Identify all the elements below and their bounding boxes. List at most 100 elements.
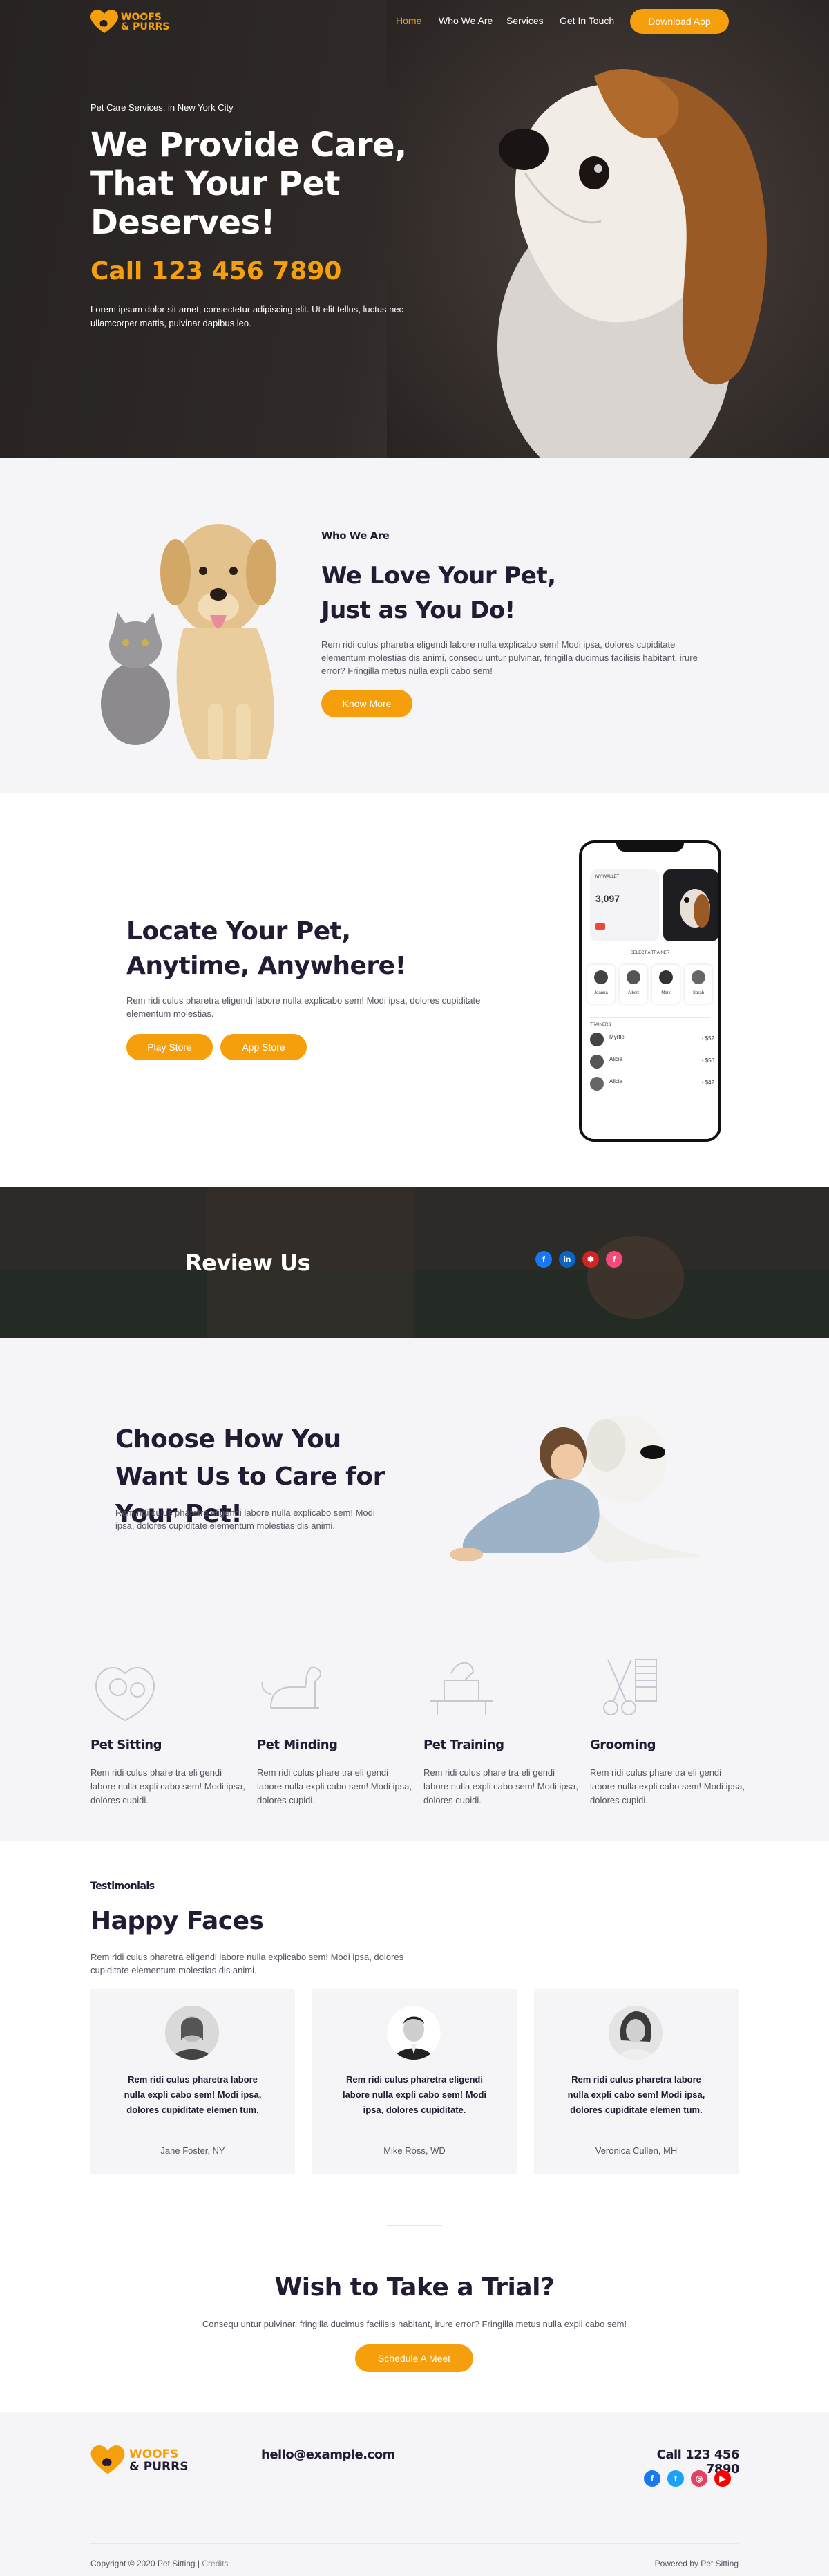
testimonial-author: Veronica Cullen, MH [595, 2145, 678, 2156]
trial-description: Consequ untur pulvinar, fringilla ducimu… [202, 2319, 627, 2329]
trial-title: Wish to Take a Trial? [274, 2273, 555, 2302]
phone-divider [590, 1017, 710, 1018]
foursquare-icon[interactable]: f [606, 1251, 622, 1268]
testimonials-kicker: Testimonials [90, 1881, 155, 1892]
powered-by-text: Powered by Pet Sitting [654, 2559, 739, 2568]
trainer-card[interactable]: Albert [620, 965, 647, 1004]
phone-list-header: TRAINERS [590, 1023, 611, 1027]
service-description: Rem ridi culus phare tra eli gendi labor… [590, 1767, 745, 1805]
hero-phone[interactable]: Call 123 456 7890 [90, 257, 341, 285]
yelp-icon[interactable]: ✱ [582, 1251, 599, 1268]
testimonial-quote: Rem ridi culus pharetra eligendi labore … [342, 2074, 487, 2115]
testimonial-author: Mike Ross, WD [383, 2145, 446, 2156]
locate-title: Locate Your Pet, Anytime, Anywhere! [126, 917, 406, 980]
pet-thumbnail-image [663, 869, 718, 941]
service-title: Pet Sitting [90, 1738, 162, 1752]
review-title: Review Us [185, 1250, 311, 1276]
girl-with-dog-image [450, 1415, 701, 1563]
instagram-icon[interactable]: ◎ [691, 2470, 707, 2487]
service-title: Pet Minding [257, 1738, 338, 1752]
testimonial-quote: Rem ridi culus pharetra labore nulla exp… [567, 2074, 705, 2115]
dog-and-cat-image [101, 524, 276, 760]
card-brand-icon [595, 923, 605, 930]
beagle-hero-image [387, 0, 829, 458]
footer-email[interactable]: hello@example.com [261, 2447, 395, 2462]
trainer-row[interactable]: Myrtle - $52 [590, 1031, 714, 1049]
testimonials-title: Happy Faces [90, 1907, 264, 1935]
review-section: Review Us f in ✱ f [0, 1187, 829, 1338]
app-store-button[interactable]: App Store [220, 1034, 307, 1060]
avatar [387, 2006, 441, 2060]
grooming-icon [603, 1659, 657, 1715]
who-title: We Love Your Pet, Just as You Do! [321, 562, 556, 624]
twitter-icon[interactable]: t [667, 2470, 684, 2487]
wallet-card: MY WALLET 3,097 [590, 869, 659, 941]
schedule-meet-button[interactable]: Schedule A Meet [355, 2344, 473, 2372]
service-title: Grooming [590, 1738, 656, 1752]
locate-description: Rem ridi culus pharetra eligendi labore … [126, 995, 481, 1019]
credits-link[interactable]: Credits [202, 2559, 228, 2568]
service-title: Pet Training [423, 1738, 504, 1752]
trainer-row[interactable]: Alicia - $50 [590, 1053, 714, 1071]
avatar [165, 2006, 219, 2060]
brand-name-line2: & PURRS [121, 21, 170, 32]
pet-training-icon [430, 1662, 493, 1715]
brand-name-line1: WOOFS [129, 2447, 179, 2461]
testimonial-card: Rem ridi culus pharetra labore nulla exp… [534, 1989, 739, 2174]
locate-section: Locate Your Pet, Anytime, Anywhere! Rem … [0, 793, 829, 1187]
service-description: Rem ridi culus phare tra eli gendi labor… [90, 1767, 246, 1805]
avatar [609, 2006, 663, 2060]
heart-paw-logo-icon [90, 10, 118, 33]
testimonials-description: Rem ridi culus pharetra eligendi labore … [90, 1952, 404, 1975]
services-section: Choose How You Want Us to Care for Your … [0, 1338, 829, 1841]
service-description: Rem ridi culus phare tra eli gendi labor… [423, 1767, 579, 1805]
pet-sitting-icon [95, 1666, 155, 1722]
section-divider [387, 2225, 442, 2226]
wallet-card-value: 3,097 [595, 893, 620, 904]
testimonials-section: Testimonials Happy Faces Rem ridi culus … [0, 1841, 829, 2225]
hero-description: Lorem ipsum dolor sit amet, consectetur … [90, 304, 404, 328]
nav-item-services[interactable]: Services [506, 15, 544, 26]
trainer-card[interactable]: Mark [652, 965, 680, 1004]
footer-divider [90, 2543, 739, 2544]
testimonial-card: Rem ridi culus pharetra labore nulla exp… [90, 1989, 295, 2174]
download-app-button[interactable]: Download App [630, 9, 729, 34]
footer: WOOFS & PURRS hello@example.com Call 123… [0, 2412, 829, 2576]
service-description: Rem ridi culus phare tra eli gendi labor… [257, 1767, 412, 1805]
play-store-button[interactable]: Play Store [126, 1034, 213, 1060]
nav-item-home[interactable]: Home [396, 15, 421, 26]
linkedin-icon[interactable]: in [559, 1251, 575, 1268]
services-description: Rem ridi culus pharetra eligendi labore … [115, 1507, 375, 1531]
trial-section: Wish to Take a Trial? Consequ untur pulv… [0, 2225, 829, 2412]
wallet-card-label: MY WALLET [595, 875, 620, 879]
testimonial-card: Rem ridi culus pharetra eligendi labore … [312, 1989, 517, 2174]
facebook-icon[interactable]: f [644, 2470, 660, 2487]
service-pet-minding[interactable]: Pet Minding Rem ridi culus phare tra eli… [257, 1653, 412, 1807]
hero-section: WOOFS & PURRS Home Who We Are Services Ge… [0, 0, 829, 458]
nav-item-who-we-are[interactable]: Who We Are [439, 15, 493, 26]
trainer-row[interactable]: Alicia - $42 [590, 1075, 714, 1093]
review-background-image [0, 1187, 829, 1338]
phone-section-title: SELECT A TRAINER [630, 951, 670, 955]
nav-item-get-in-touch[interactable]: Get In Touch [560, 15, 614, 26]
brand-logo[interactable]: WOOFS & PURRS [90, 8, 173, 36]
phone-mockup: MY WALLET 3,097 SELECT A TRAINER Joanna … [579, 840, 721, 1142]
who-we-are-section: Who We Are We Love Your Pet, Just as You… [0, 458, 829, 793]
service-pet-sitting[interactable]: Pet Sitting Rem ridi culus phare tra eli… [90, 1653, 246, 1807]
trainer-card[interactable]: Sarah [685, 965, 712, 1004]
know-more-button[interactable]: Know More [321, 690, 412, 717]
youtube-icon[interactable]: ▶ [714, 2470, 731, 2487]
heart-paw-logo-icon [90, 2445, 125, 2474]
phone-notch [616, 843, 684, 852]
service-grooming[interactable]: Grooming Rem ridi culus phare tra eli ge… [590, 1653, 745, 1807]
trainer-card[interactable]: Joanna [587, 965, 615, 1004]
who-kicker: Who We Are [321, 529, 390, 542]
footer-logo[interactable]: WOOFS & PURRS [90, 2443, 194, 2479]
brand-name-line2: & PURRS [129, 2460, 189, 2474]
hero-subtitle: Pet Care Services, in New York City [90, 102, 234, 113]
testimonial-quote: Rem ridi culus pharetra labore nulla exp… [124, 2074, 262, 2115]
facebook-icon[interactable]: f [535, 1251, 552, 1268]
service-pet-training[interactable]: Pet Training Rem ridi culus phare tra el… [423, 1653, 579, 1807]
who-description: Rem ridi culus pharetra eligendi labore … [321, 639, 698, 676]
copyright-text: Copyright © 2020 Pet Sitting | Credits [90, 2559, 229, 2568]
